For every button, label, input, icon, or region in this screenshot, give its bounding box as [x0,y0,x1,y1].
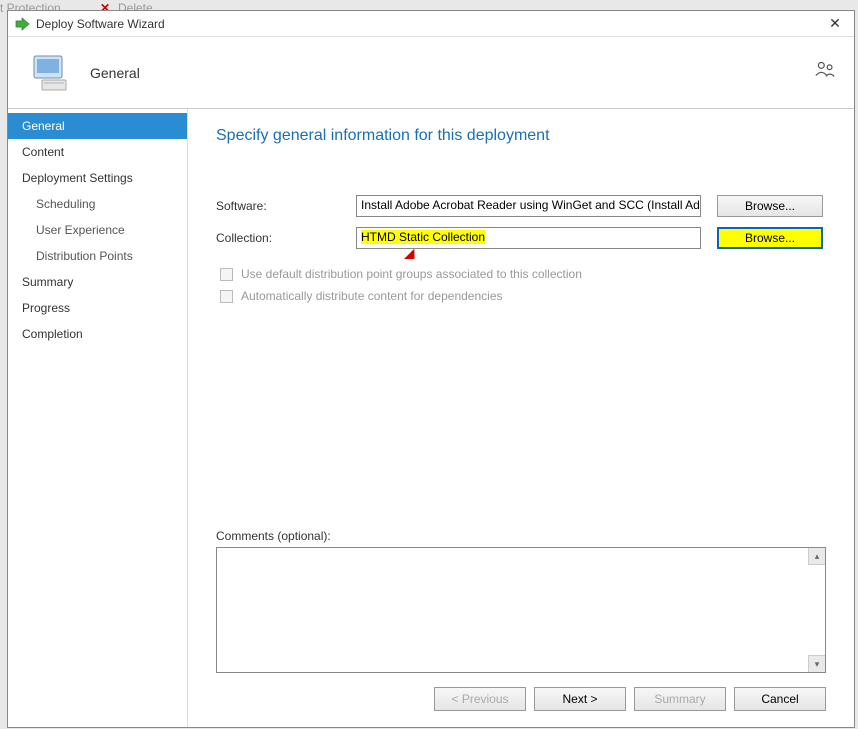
deploy-software-wizard-dialog: Deploy Software Wizard ✕ General General… [7,10,855,728]
software-label: Software: [216,199,356,213]
checkbox-default-dp-groups: Use default distribution point groups as… [220,267,826,281]
comments-textarea[interactable]: ▴ ▾ [216,547,826,673]
collection-row: Collection: HTMD Static Collection Brows… [216,227,826,249]
cancel-button[interactable]: Cancel [734,687,826,711]
sidebar-item-progress[interactable]: Progress [8,295,187,321]
page-title: General [90,65,140,81]
sidebar-item-distribution-points[interactable]: Distribution Points [8,243,187,269]
sidebar-item-summary[interactable]: Summary [8,269,187,295]
comments-block: Comments (optional): ▴ ▾ [216,529,826,673]
software-field[interactable]: Install Adobe Acrobat Reader using WinGe… [356,195,701,217]
close-button[interactable]: ✕ [820,13,850,33]
collection-browse-button[interactable]: Browse... [717,227,823,249]
next-button[interactable]: Next > [534,687,626,711]
collection-field[interactable]: HTMD Static Collection [356,227,701,249]
software-browse-button[interactable]: Browse... [717,195,823,217]
checkbox-auto-distribute-label: Automatically distribute content for dep… [241,289,503,303]
sidebar-item-completion[interactable]: Completion [8,321,187,347]
sidebar-item-user-experience[interactable]: User Experience [8,217,187,243]
checkbox-default-dp-groups-label: Use default distribution point groups as… [241,267,582,281]
summary-button: Summary [634,687,726,711]
comments-scroll-up[interactable]: ▴ [808,548,825,565]
titlebar: Deploy Software Wizard ✕ [8,11,854,37]
collection-label: Collection: [216,231,356,245]
window-title: Deploy Software Wizard [36,17,165,31]
sidebar-item-content[interactable]: Content [8,139,187,165]
checkbox-default-dp-groups-box [220,268,233,281]
annotation-arrow-collection-field [383,252,413,259]
wizard-footer-buttons: < Previous Next > Summary Cancel [216,673,826,715]
header-band: General [8,37,854,109]
sidebar-item-scheduling[interactable]: Scheduling [8,191,187,217]
main-panel: Specify general information for this dep… [188,109,854,727]
collection-value-text: HTMD Static Collection [361,230,485,244]
previous-button: < Previous [434,687,526,711]
software-row: Software: Install Adobe Acrobat Reader u… [216,195,826,217]
computer-icon [28,50,74,96]
comments-label: Comments (optional): [216,529,826,543]
body-area: General Content Deployment Settings Sche… [8,109,854,727]
comments-scroll-down[interactable]: ▾ [808,655,825,672]
sidebar-item-general[interactable]: General [8,113,187,139]
main-heading: Specify general information for this dep… [216,127,826,145]
wizard-sidebar: General Content Deployment Settings Sche… [8,109,188,727]
checkbox-auto-distribute-box [220,290,233,303]
deploy-arrow-icon [14,16,30,32]
checkbox-auto-distribute: Automatically distribute content for dep… [220,289,826,303]
people-icon[interactable] [814,59,836,81]
sidebar-item-deployment-settings[interactable]: Deployment Settings [8,165,187,191]
